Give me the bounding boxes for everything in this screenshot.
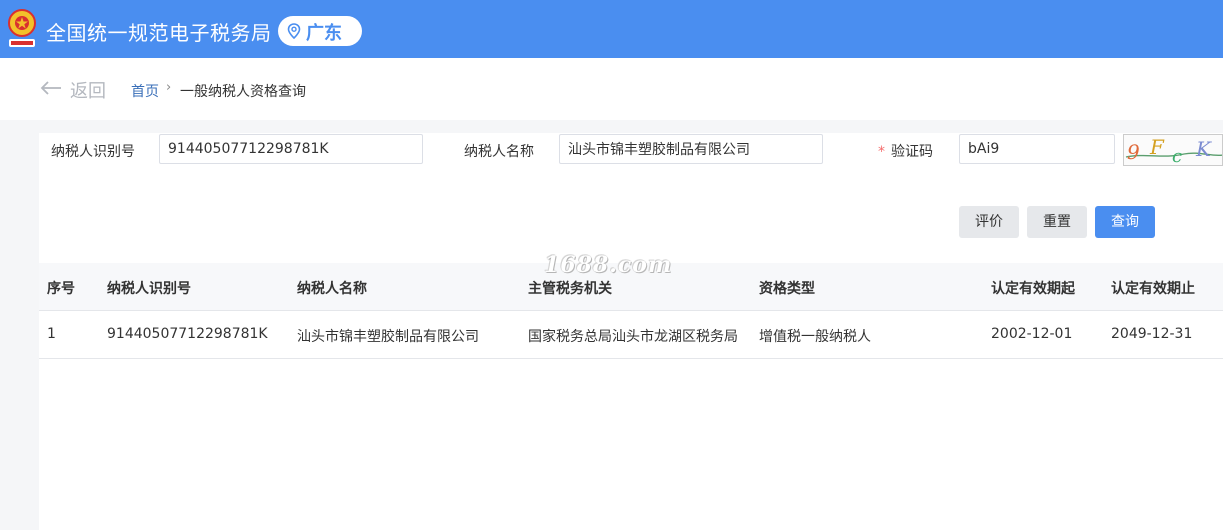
column-header-qualification-type: 资格类型 [759, 281, 815, 297]
column-header-taxpayer-name: 纳税人名称 [297, 281, 367, 297]
captcha-char-3: c [1172, 146, 1182, 166]
reset-button[interactable]: 重置 [1027, 206, 1087, 238]
column-header-valid-from: 认定有效期起 [991, 281, 1075, 297]
captcha-drawing: 9 F c K [1125, 135, 1222, 166]
cell-index: 1 [47, 326, 56, 342]
captcha-image[interactable]: 9 F c K [1123, 134, 1223, 166]
captcha-char-2: F [1149, 135, 1165, 159]
taxpayer-id-input[interactable] [159, 134, 423, 164]
evaluate-button[interactable]: 评价 [959, 206, 1019, 238]
cell-valid-from: 2002-12-01 [991, 326, 1073, 342]
site-title: 全国统一规范电子税务局 [46, 21, 272, 45]
query-panel: 纳税人识别号 纳税人名称 * 验证码 9 F c K 评价 重置 查询 序号 纳税… [39, 133, 1223, 530]
navigation-bar: 返回 首页 › 一般纳税人资格查询 [0, 58, 1223, 120]
taxpayer-id-label: 纳税人识别号 [51, 144, 135, 160]
captcha-label: * 验证码 [878, 141, 933, 161]
column-header-taxpayer-id: 纳税人识别号 [107, 281, 191, 297]
column-header-valid-to: 认定有效期止 [1111, 281, 1195, 297]
table-row[interactable]: 1 91440507712298781K 汕头市锦丰塑胶制品有限公司 国家税务总… [39, 311, 1223, 359]
cell-taxpayer-id: 91440507712298781K [107, 326, 268, 342]
breadcrumb-current: 一般纳税人资格查询 [180, 84, 306, 100]
region-selector[interactable]: 广东 [278, 16, 362, 46]
watermark: 1688.com [544, 252, 673, 278]
back-label: 返回 [70, 81, 106, 102]
cell-tax-authority: 国家税务总局汕头市龙湖区税务局 [528, 329, 738, 345]
query-button[interactable]: 查询 [1095, 206, 1155, 238]
cell-qualification-type: 增值税一般纳税人 [759, 329, 871, 345]
taxpayer-name-input[interactable] [559, 134, 823, 164]
column-header-index: 序号 [47, 281, 75, 297]
cell-taxpayer-name: 汕头市锦丰塑胶制品有限公司 [297, 329, 479, 345]
captcha-label-text: 验证码 [891, 144, 933, 160]
breadcrumb-separator: › [166, 80, 172, 95]
captcha-input[interactable] [959, 134, 1115, 164]
cell-valid-to: 2049-12-31 [1111, 326, 1193, 342]
region-label: 广东 [306, 23, 342, 44]
arrow-left-icon [40, 81, 61, 95]
required-mark: * [878, 144, 885, 160]
column-header-tax-authority: 主管税务机关 [528, 281, 612, 297]
taxpayer-name-label: 纳税人名称 [464, 144, 534, 160]
tax-emblem-icon[interactable] [6, 8, 38, 50]
captcha-char-4: K [1195, 137, 1212, 161]
breadcrumb-home-link[interactable]: 首页 [131, 81, 159, 101]
top-header: 全国统一规范电子税务局 广东 [0, 0, 1223, 58]
location-pin-icon [287, 23, 301, 39]
captcha-char-1: 9 [1127, 140, 1140, 164]
